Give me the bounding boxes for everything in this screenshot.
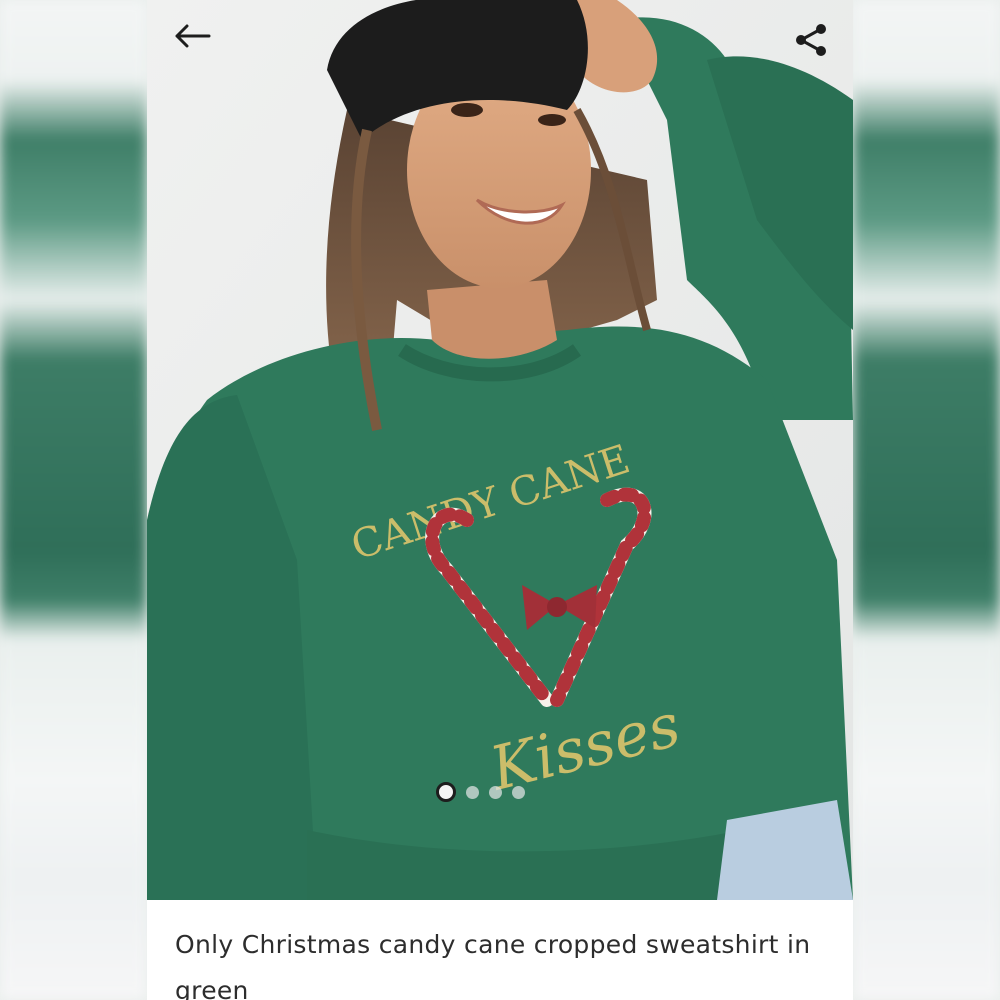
gallery-dot-3[interactable] — [489, 785, 502, 799]
arrow-left-icon — [175, 24, 211, 48]
product-title: Only Christmas candy cane cropped sweats… — [175, 930, 811, 1000]
blurred-background-left — [0, 0, 147, 1000]
gallery-dot-1[interactable] — [436, 782, 456, 802]
gallery-pagination — [436, 782, 525, 802]
back-button[interactable] — [173, 24, 217, 64]
product-card: CANDY CANE Kisses Only Christmas candy c… — [147, 0, 853, 1000]
product-image-gallery[interactable]: CANDY CANE Kisses — [147, 0, 853, 900]
blurred-background-right — [853, 0, 1000, 1000]
gallery-dot-4[interactable] — [512, 785, 525, 799]
product-photo: CANDY CANE Kisses — [147, 0, 853, 900]
share-icon — [796, 24, 826, 56]
share-button[interactable] — [793, 22, 837, 66]
gallery-dot-2[interactable] — [466, 785, 479, 799]
